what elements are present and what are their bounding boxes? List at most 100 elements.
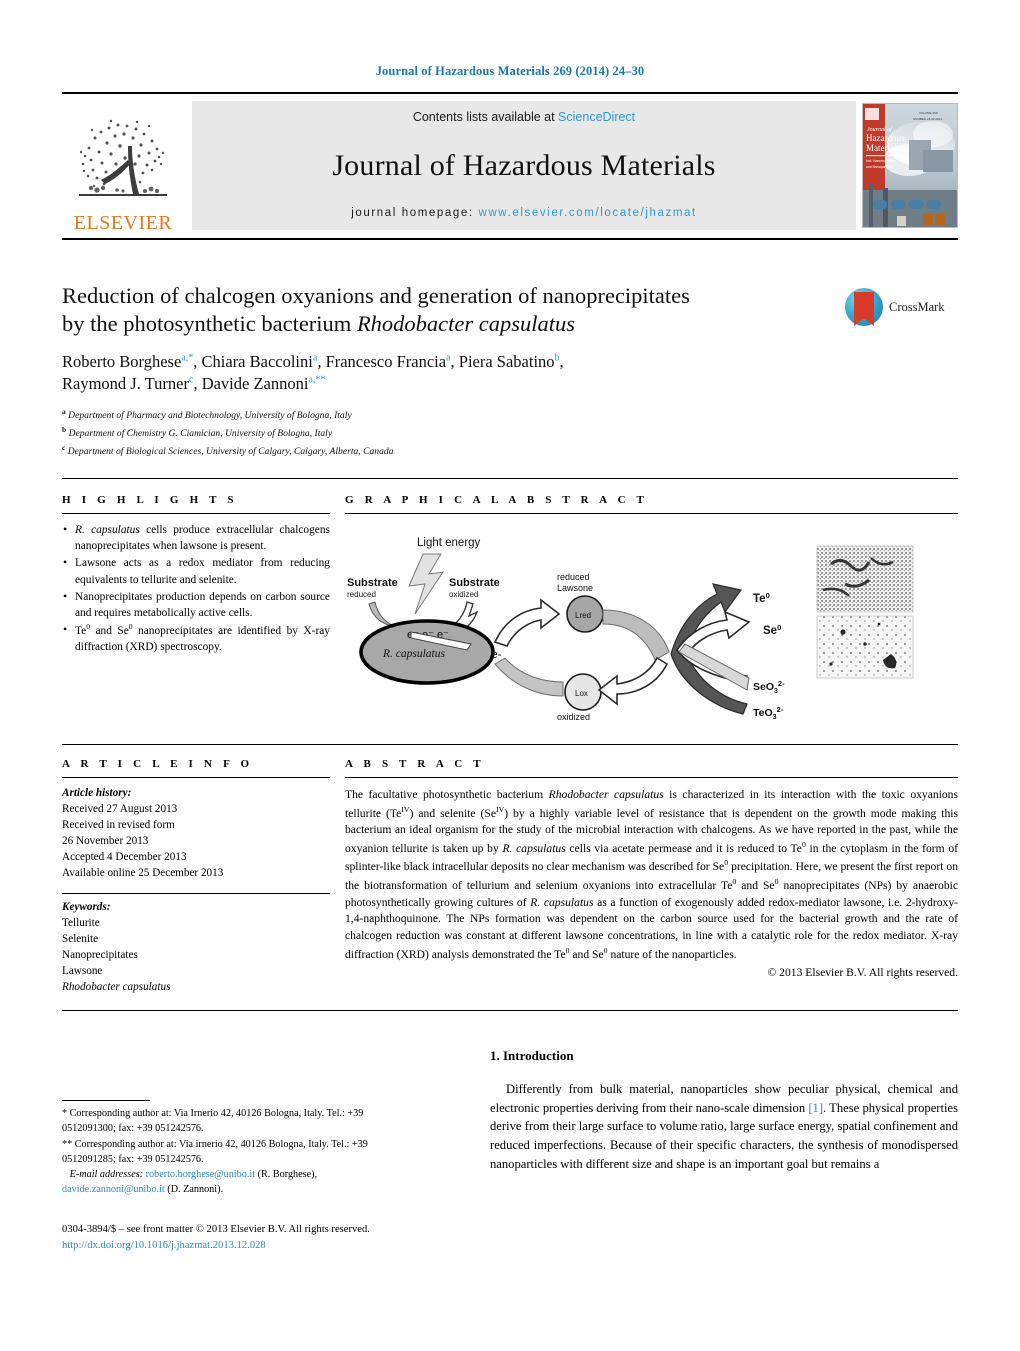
graphical-abstract-figure: Light energy Substrate reduced Substrate… xyxy=(345,524,958,733)
band-cell-to-lox xyxy=(494,657,564,697)
article-history: Article history: Received 27 August 2013… xyxy=(62,786,330,881)
article-title-species: Rhodobacter capsulatus xyxy=(356,310,576,336)
highlights-rule xyxy=(62,513,330,514)
affiliation-mark: c xyxy=(62,443,66,453)
keyword-species: Rhodobacter capsulatus xyxy=(62,980,171,993)
article-history-2: 26 November 2013 xyxy=(62,834,149,847)
introduction-heading: 1. Introduction xyxy=(490,1048,574,1063)
tem-image-se xyxy=(816,615,914,679)
footnote-rule xyxy=(62,1100,150,1101)
crossmark-label: CrossMark xyxy=(889,299,945,314)
highlights-heading: H I G H L I G H T S xyxy=(62,494,238,506)
abstract-heading: A B S T R A C T xyxy=(345,758,485,770)
sciencedirect-link[interactable]: ScienceDirect xyxy=(558,110,635,124)
keyword-2: Nanoprecipitates xyxy=(62,949,138,962)
reference-link-1[interactable]: [1] xyxy=(808,1101,823,1115)
lightning-bolt-icon xyxy=(408,553,445,615)
elsevier-tree-icon xyxy=(79,119,167,196)
elsevier-wordmark: ELSEVIER xyxy=(73,212,173,234)
affiliation-mark: b xyxy=(62,425,67,435)
homepage-prefix: journal homepage: xyxy=(351,207,479,219)
author-3[interactable]: Piera Sabatinob xyxy=(459,352,560,371)
crossmark-icon xyxy=(845,288,883,326)
contents-prefix: Contents lists available at xyxy=(412,110,559,124)
highlight-species: R. capsulatus xyxy=(75,524,140,536)
masthead-band: Contents lists available at ScienceDirec… xyxy=(192,101,856,230)
author-marks: c xyxy=(188,374,194,386)
journal-homepage-line: journal homepage: www.elsevier.com/locat… xyxy=(351,207,697,219)
label-cell-name: R. capsulatus xyxy=(382,648,445,660)
author-list: Roberto Borghesea,*, Chiara Baccolinia, … xyxy=(62,352,564,394)
svg-text:and Nanoparticles: and Nanoparticles xyxy=(866,165,894,169)
svg-text:VOLUME 269: VOLUME 269 xyxy=(919,111,938,115)
highlight-item-1: Lawsone acts as a redox mediator from re… xyxy=(62,554,330,587)
arrow-to-lox xyxy=(597,656,669,706)
highlight-item-0: R. capsulatus cells produce extracellula… xyxy=(62,521,330,554)
author-2[interactable]: Francesco Franciaa xyxy=(326,352,451,371)
article-history-label: Article history: xyxy=(62,787,132,799)
keyword-1: Selenite xyxy=(62,933,99,946)
keyword-3: Lawsone xyxy=(62,965,103,978)
email-link-2[interactable]: davide.zannoni@unibo.it xyxy=(62,1184,165,1195)
graphical-abstract-rule xyxy=(345,513,958,514)
author-name: Francesco Francia xyxy=(325,352,447,372)
affiliation-list: a Department of Pharmacy and Biotechnolo… xyxy=(62,406,832,460)
journal-article-page: Journal of Hazardous Materials 269 (2014… xyxy=(0,0,1020,1351)
journal-cover-image: Journal of Hazardous Materials Incl. Nan… xyxy=(863,104,957,227)
affiliation-a: a Department of Pharmacy and Biotechnolo… xyxy=(62,406,832,424)
contents-line: Contents lists available at ScienceDirec… xyxy=(413,110,635,124)
keywords-label: Keywords: xyxy=(62,901,111,914)
article-title: Reduction of chalcogen oxyanions and gen… xyxy=(62,282,832,337)
abstract-section: A B S T R A C T The facultative photosyn… xyxy=(345,758,958,979)
svg-text:Incl. Nanomaterials: Incl. Nanomaterials xyxy=(866,159,895,163)
svg-text:Materials: Materials xyxy=(866,143,900,153)
abstract-text: The facultative photosynthetic bacterium… xyxy=(345,788,959,961)
graphical-abstract-diagram: Light energy Substrate reduced Substrate… xyxy=(347,537,914,733)
divider-below-abstract xyxy=(62,1010,958,1011)
abstract-rule xyxy=(345,777,958,778)
journal-title: Journal of Hazardous Materials xyxy=(332,148,716,182)
author-5[interactable]: Davide Zannonia,** xyxy=(202,374,326,393)
running-head: Journal of Hazardous Materials 269 (2014… xyxy=(375,64,645,78)
article-history-0: Received 27 August 2013 xyxy=(62,802,178,815)
affiliation-mark: a xyxy=(62,407,66,417)
divider-above-highlights xyxy=(62,478,958,479)
author-1[interactable]: Chiara Baccolinia xyxy=(202,352,318,371)
graphical-abstract-heading: G R A P H I C A L A B S T R A C T xyxy=(345,494,649,506)
article-history-1: Received in revised form xyxy=(62,818,175,831)
highlight-text: Lawsone acts as a redox mediator from re… xyxy=(75,557,330,586)
svg-text:Hazardous: Hazardous xyxy=(866,133,905,143)
affiliation-text: Department of Biological Sciences, Unive… xyxy=(67,446,394,458)
corresponding-author-2: ** Corresponding author at: Via irnerio … xyxy=(62,1138,368,1165)
tem-image-te xyxy=(816,545,914,613)
author-0[interactable]: Roberto Borghesea,* xyxy=(62,352,193,371)
issn-block: 0304-3894/$ – see front matter © 2013 El… xyxy=(62,1222,482,1254)
author-name: Davide Zannoni xyxy=(201,374,309,394)
author-name: Piera Sabatino xyxy=(458,352,555,372)
article-info-rule xyxy=(62,777,330,778)
label-reduced-lawsone-2: Lawsone xyxy=(557,583,593,593)
article-history-3: Accepted 4 December 2013 xyxy=(62,850,187,863)
label-substrate-reduced-2: reduced xyxy=(347,590,376,599)
introduction-paragraph: Differently from bulk material, nanopart… xyxy=(490,1080,958,1173)
label-electron-left: e- xyxy=(491,647,502,661)
affiliation-text: Department of Pharmacy and Biotechnology… xyxy=(68,410,352,422)
corresponding-author-1: * Corresponding author at: Via Irnerio 4… xyxy=(62,1108,364,1135)
author-marks: a,** xyxy=(308,374,326,386)
title-block: Reduction of chalcogen oxyanions and gen… xyxy=(62,282,832,460)
label-substrate-oxidized-2: oxidized xyxy=(449,590,478,599)
crossmark-badge[interactable]: CrossMark xyxy=(845,285,957,329)
label-reduced-lawsone-1: reduced xyxy=(557,572,590,582)
author-marks: a,* xyxy=(181,352,194,364)
author-name: Chiara Baccolini xyxy=(201,352,313,372)
keywords-block: Keywords: Tellurite Selenite Nanoprecipi… xyxy=(62,900,330,995)
label-lox: Lox xyxy=(575,689,588,698)
author-4[interactable]: Raymond J. Turnerc xyxy=(62,374,193,393)
doi-link[interactable]: http://dx.doi.org/10.1016/j.jhazmat.2013… xyxy=(62,1238,482,1254)
author-marks: a xyxy=(312,352,318,364)
journal-homepage-link[interactable]: www.elsevier.com/locate/jhazmat xyxy=(478,207,696,219)
email-addresses: E-mail addresses: roberto.borghese@unibo… xyxy=(62,1167,392,1198)
keywords-rule xyxy=(62,893,330,895)
email-link-1[interactable]: roberto.borghese@unibo.it xyxy=(146,1169,255,1180)
highlight-item-3: Te0 and Se0 nanoprecipitates are identif… xyxy=(62,621,330,655)
